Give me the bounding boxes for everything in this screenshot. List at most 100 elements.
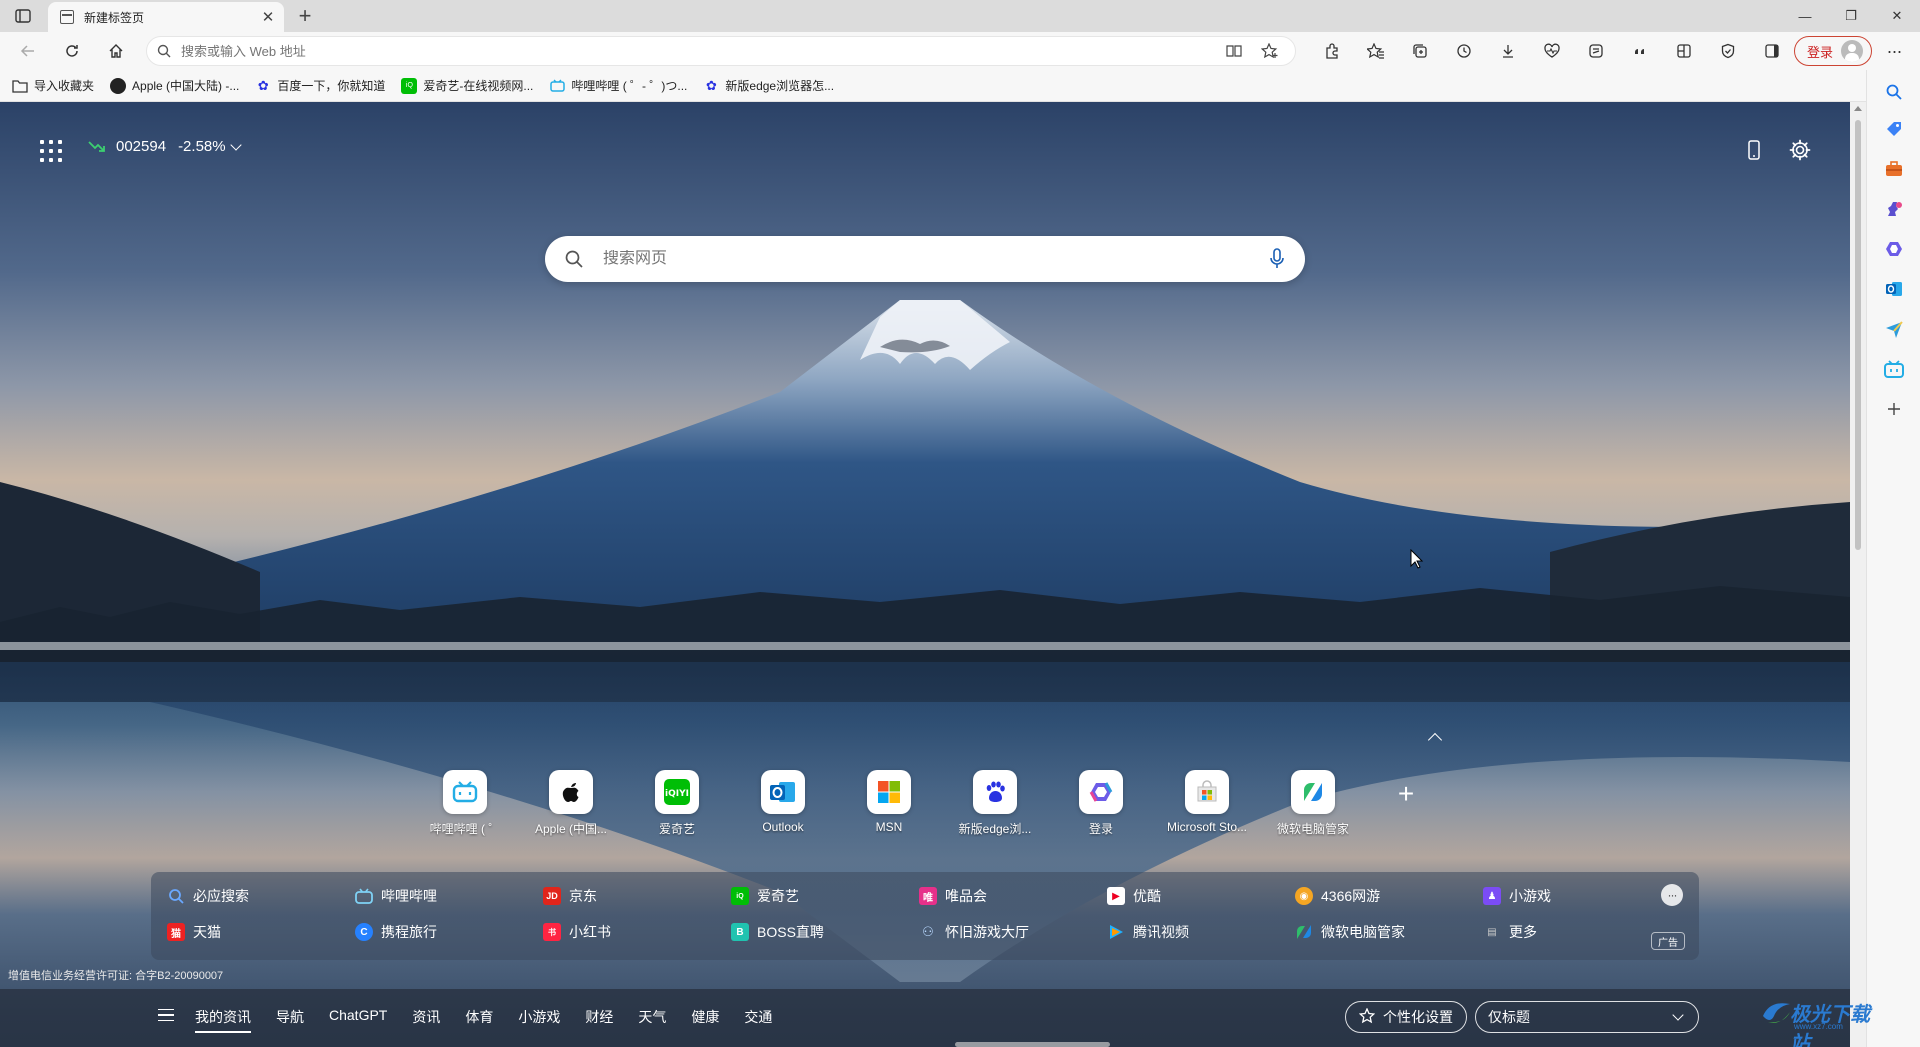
minimize-button[interactable]: — bbox=[1782, 0, 1828, 32]
extensions-icon[interactable] bbox=[1310, 38, 1354, 64]
feed-view-select[interactable]: 仅标题 bbox=[1475, 1001, 1699, 1033]
sidebar-tools-icon[interactable] bbox=[1882, 157, 1906, 181]
downloads-icon[interactable] bbox=[1486, 38, 1530, 64]
link-item[interactable]: ◉ 4366网游 bbox=[1295, 886, 1483, 906]
pc-manager-icon bbox=[1291, 770, 1335, 814]
tab-actions-button[interactable] bbox=[10, 7, 36, 25]
jd-icon: JD bbox=[543, 887, 561, 905]
add-favorite-icon[interactable] bbox=[1257, 40, 1283, 62]
feed-tab[interactable]: 体育 bbox=[465, 1007, 493, 1033]
feed-tab[interactable]: 小游戏 bbox=[518, 1007, 560, 1033]
feed-tab[interactable]: 交通 bbox=[744, 1007, 772, 1033]
fav-item-baidu[interactable]: ✿ 百度一下，你就知道 bbox=[255, 74, 393, 98]
link-item[interactable]: 哔哩哔哩 bbox=[355, 886, 543, 906]
sidebar-bilibili-icon[interactable] bbox=[1882, 357, 1906, 381]
watermark-swirl-icon bbox=[1763, 1003, 1790, 1023]
watermark-url: www.xz7.com bbox=[1794, 1022, 1843, 1031]
back-button[interactable] bbox=[14, 38, 42, 64]
chevron-down-icon[interactable] bbox=[229, 138, 242, 151]
scrollbar-thumb[interactable] bbox=[1855, 120, 1861, 550]
quicklink-msn[interactable]: MSN bbox=[836, 770, 942, 837]
web-search-box[interactable] bbox=[545, 236, 1305, 282]
sidebar-outlook-icon[interactable] bbox=[1882, 277, 1906, 301]
mobile-icon[interactable] bbox=[1742, 138, 1766, 162]
link-item[interactable]: 腾讯视频 bbox=[1107, 922, 1295, 942]
feed-tab[interactable]: 资讯 bbox=[412, 1007, 440, 1033]
link-item[interactable]: JD 京东 bbox=[543, 886, 731, 906]
sidebar-toggle-icon[interactable] bbox=[1750, 38, 1794, 64]
address-bar[interactable] bbox=[146, 36, 1296, 66]
home-button[interactable] bbox=[102, 38, 130, 64]
link-item[interactable]: ⚇ 怀旧游戏大厅 bbox=[919, 922, 1107, 942]
settings-more-button[interactable]: ··· bbox=[1880, 38, 1908, 64]
link-item[interactable]: 必应搜索 bbox=[167, 886, 355, 906]
login-button[interactable]: 登录 bbox=[1794, 36, 1872, 66]
link-item[interactable]: ♟ 小游戏 bbox=[1483, 886, 1671, 906]
performance-icon[interactable] bbox=[1530, 38, 1574, 64]
fav-label: 导入收藏夹 bbox=[34, 79, 95, 93]
quicklink-edge-howto[interactable]: 新版edge浏... bbox=[942, 770, 1048, 837]
sidebar-search-icon[interactable] bbox=[1882, 80, 1906, 104]
link-item[interactable]: 书小红书 bbox=[543, 922, 731, 942]
fav-item-import[interactable]: 导入收藏夹 bbox=[12, 74, 102, 98]
quicklink-bilibili[interactable]: 哔哩哔哩 ( ゜ bbox=[412, 770, 518, 837]
fav-item-apple[interactable]: Apple (中国大陆) -... bbox=[110, 74, 247, 98]
link-item[interactable]: C 携程旅行 bbox=[355, 922, 543, 942]
split-screen-icon[interactable] bbox=[1662, 38, 1706, 64]
fav-item-bilibili[interactable]: 哔哩哔哩 ( ゜- ゜)つ... bbox=[549, 74, 695, 98]
favorites-icon[interactable] bbox=[1354, 38, 1398, 64]
link-panel-more-button[interactable]: ··· bbox=[1661, 884, 1683, 906]
feed-tab[interactable]: 导航 bbox=[276, 1007, 304, 1033]
tab-close-icon[interactable]: ✕ bbox=[258, 7, 278, 27]
stock-widget[interactable]: 002594 -2.58% bbox=[88, 138, 242, 155]
window-close-button[interactable]: ✕ bbox=[1874, 0, 1920, 32]
quicklink-apple[interactable]: Apple (中国... bbox=[518, 770, 624, 837]
new-tab-button[interactable]: + bbox=[292, 3, 318, 28]
link-item[interactable]: iQ 爱奇艺 bbox=[731, 886, 919, 906]
link-item[interactable]: 微软电脑管家 bbox=[1295, 922, 1483, 942]
horizontal-scrollbar[interactable] bbox=[955, 1042, 1110, 1047]
reading-mode-icon[interactable] bbox=[1221, 40, 1247, 62]
browser-essentials-icon[interactable] bbox=[1706, 38, 1750, 64]
hamburger-menu-icon[interactable] bbox=[158, 1009, 174, 1021]
search-input[interactable] bbox=[603, 250, 1249, 268]
personalize-button[interactable]: 个性化设置 bbox=[1345, 1001, 1467, 1033]
sidebar-copilot-icon[interactable] bbox=[1882, 237, 1906, 261]
vertical-scrollbar[interactable] bbox=[1850, 102, 1866, 1047]
feed-tab[interactable]: 健康 bbox=[691, 1007, 719, 1033]
restore-button[interactable]: ❐ bbox=[1828, 0, 1874, 32]
feed-tab[interactable]: 财经 bbox=[585, 1007, 613, 1033]
scroll-up-icon[interactable] bbox=[1854, 106, 1862, 111]
link-item[interactable]: B BOSS直聘 bbox=[731, 922, 919, 942]
sidebar-shopping-icon[interactable] bbox=[1882, 117, 1906, 141]
quicklink-outlook[interactable]: Outlook bbox=[730, 770, 836, 837]
citations-icon[interactable] bbox=[1618, 38, 1662, 64]
link-item[interactable]: 唯唯品会 bbox=[919, 886, 1107, 906]
sidebar-drop-icon[interactable] bbox=[1882, 317, 1906, 341]
history-icon[interactable] bbox=[1442, 38, 1486, 64]
apps-launcher-button[interactable] bbox=[40, 140, 62, 162]
quicklink-login[interactable]: 登录 bbox=[1048, 770, 1154, 837]
add-quicklink-button[interactable]: + bbox=[1376, 764, 1436, 824]
quicklink-ms-store[interactable]: Microsoft Sto... bbox=[1154, 770, 1260, 837]
math-solver-icon[interactable] bbox=[1574, 38, 1618, 64]
fav-item-iqiyi[interactable]: iQ 爱奇艺-在线视频网... bbox=[401, 74, 541, 98]
link-item[interactable]: ▤ 更多 bbox=[1483, 922, 1671, 942]
feed-tab[interactable]: 天气 bbox=[638, 1007, 666, 1033]
sidebar-add-icon[interactable] bbox=[1882, 397, 1906, 421]
refresh-button[interactable] bbox=[58, 38, 86, 64]
address-input[interactable] bbox=[181, 43, 1221, 59]
link-item[interactable]: 猫天猫 bbox=[167, 922, 355, 942]
gear-icon[interactable] bbox=[1788, 138, 1812, 162]
feed-tab[interactable]: 我的资讯 bbox=[195, 1007, 251, 1033]
link-item[interactable]: ▶ 优酷 bbox=[1107, 886, 1295, 906]
quicklink-iqiyi[interactable]: iQIYI 爱奇艺 bbox=[624, 770, 730, 837]
tab-new-tab[interactable]: 新建标签页 ✕ bbox=[48, 2, 284, 32]
microphone-icon[interactable] bbox=[1249, 248, 1305, 270]
quicklink-pc-manager[interactable]: 微软电脑管家 bbox=[1260, 770, 1366, 837]
baidu-icon: ✿ bbox=[705, 77, 717, 93]
fav-item-edge-howto[interactable]: ✿ 新版edge浏览器怎... bbox=[703, 74, 842, 98]
feed-tab[interactable]: ChatGPT bbox=[329, 1007, 387, 1033]
collections-icon[interactable] bbox=[1398, 38, 1442, 64]
sidebar-games-icon[interactable] bbox=[1882, 197, 1906, 221]
